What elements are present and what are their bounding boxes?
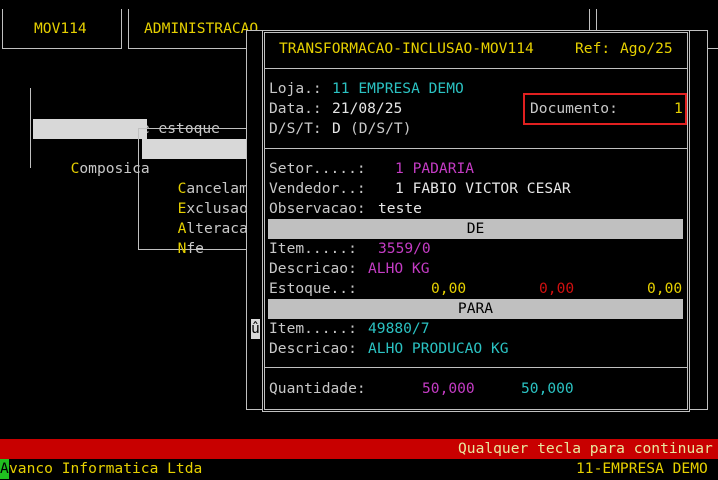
footer-cursor: A — [0, 459, 9, 479]
dialog-title: TRANSFORMACAO-INCLUSAO-MOV114 — [279, 40, 534, 57]
data-value[interactable]: 21/08/25 — [332, 99, 402, 119]
quantity-divider — [265, 367, 687, 368]
ref-value: Ago/25 — [620, 40, 673, 57]
estoque-label: Estoque..: — [269, 280, 357, 297]
main-menu-item-composica[interactable]: Composica — [53, 139, 150, 177]
vendedor-value[interactable]: 1 FABIO VICTOR CESAR — [395, 179, 571, 199]
header-divider — [265, 148, 687, 149]
de-descricao-label: Descricao: — [269, 260, 357, 277]
dst-hint: (D/S/T) — [350, 120, 412, 137]
quantidade-value-2[interactable]: 50,000 — [521, 379, 574, 399]
para-descricao-label: Descricao: — [269, 340, 357, 357]
estoque-value-3: 0,00 — [647, 280, 683, 297]
de-item-label: Item.....: — [269, 240, 357, 257]
documento-label: Documento: — [530, 100, 618, 117]
sub-menu-item-inclusao[interactable]: û Inclusao — [142, 139, 260, 177]
dst-label: D/S/T: — [269, 120, 322, 137]
para-descricao-value: ALHO PRODUCAO KG — [368, 340, 509, 357]
documento-value[interactable]: 1 — [674, 99, 683, 119]
vendedor-label: Vendedor..: — [269, 180, 366, 197]
ref-label: Ref: — [575, 40, 611, 57]
loja-value: 11 EMPRESA DEMO — [332, 80, 464, 97]
sub-menu-item-cancelamento[interactable]: Cancelame — [160, 159, 257, 197]
footer-company: vanco Informatica Ltda — [9, 460, 203, 477]
estoque-value-2: 0,00 — [539, 280, 575, 297]
sub-menu-item-nfe[interactable]: Nfe — [160, 219, 204, 257]
observacao-label: Observacao: — [269, 200, 366, 217]
status-message: Qualquer tecla para continuar — [458, 440, 713, 457]
quantidade-label: Quantidade: — [269, 380, 366, 397]
quantidade-value-1[interactable]: 50,000 — [422, 379, 475, 399]
para-item-label: Item.....: — [269, 320, 357, 337]
para-section-header: PARA — [268, 299, 683, 319]
de-section-header: DE — [268, 219, 683, 239]
sub-menu-item-alteracao[interactable]: Alteracao — [160, 199, 257, 237]
de-descricao-value: ALHO KG — [368, 260, 430, 277]
dst-value[interactable]: D — [332, 119, 341, 139]
de-item-value[interactable]: 3559/0 — [378, 239, 431, 259]
loja-label: Loja.: — [269, 80, 322, 97]
setor-value[interactable]: 1 PADARIA — [395, 159, 474, 179]
menu-item-label: fe — [186, 240, 204, 257]
title-divider — [265, 68, 687, 69]
module-label: ADMINISTRACAO — [144, 20, 259, 37]
para-item-value[interactable]: 49880/7 — [368, 319, 430, 339]
row-marker: û — [251, 319, 260, 339]
program-code-label: MOV114 — [34, 20, 87, 37]
footer-empresa: 11-EMPRESA DEMO — [576, 460, 708, 477]
sub-menu-item-exclusao[interactable]: Exclusao — [160, 179, 248, 217]
setor-label: Setor.....: — [269, 160, 366, 177]
observacao-value[interactable]: teste — [378, 199, 422, 219]
main-menu-item-gestao[interactable]: gEstao de estoque — [53, 99, 220, 137]
data-label: Data.: — [269, 100, 322, 117]
estoque-value-1: 0,00 — [431, 280, 467, 297]
main-menu-item-movimenta[interactable]: û Movimenta — [33, 119, 148, 157]
